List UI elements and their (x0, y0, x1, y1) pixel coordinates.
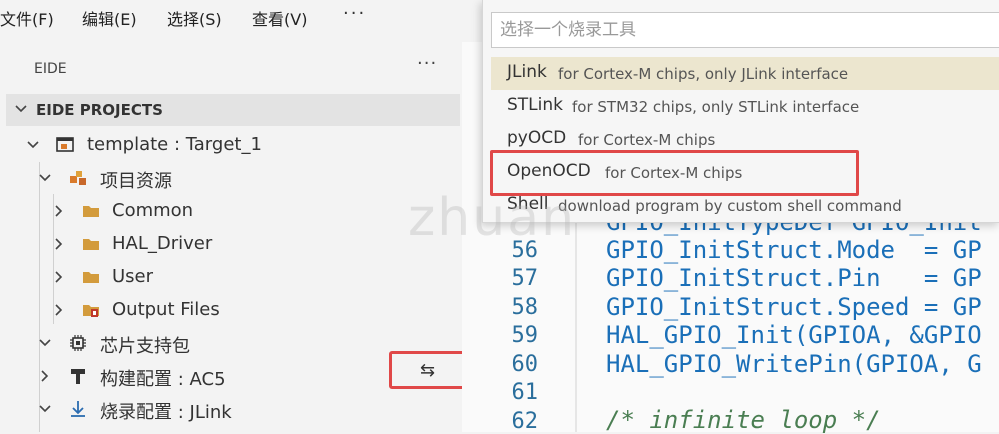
quick-pick-item-shell[interactable]: Shell download program by custom shell c… (491, 189, 999, 222)
swap-arrows-icon: ⇆ (420, 360, 436, 381)
quick-pick-item-name: pyOCD (507, 128, 567, 148)
menu-more-button[interactable]: ··· (343, 3, 366, 24)
tree-item-label: User (112, 266, 154, 287)
quick-pick-item-desc: for STM32 chips, only STLink interface (572, 98, 860, 116)
sidebar-more-button[interactable]: ··· (417, 53, 437, 74)
quick-pick-input-box (491, 12, 999, 48)
chevron-right-icon (55, 205, 63, 217)
chevron-down-icon (39, 174, 51, 182)
quick-pick-item-desc: for Cortex-M chips (605, 164, 743, 182)
code-line: HAL_GPIO_WritePin(GPIOA, G (606, 350, 982, 378)
quick-pick-item-openocd[interactable]: OpenOCD for Cortex-M chips (491, 156, 999, 189)
tree-item-build-config[interactable]: 构建配置 : AC5 (0, 359, 455, 392)
line-number: 58 (511, 295, 539, 320)
chevron-right-icon (55, 304, 63, 316)
menu-select[interactable]: 选择(S) (167, 6, 222, 30)
project-icon (56, 137, 74, 152)
chevron-right-icon (55, 271, 63, 283)
tree-item-chip-support[interactable]: 芯片支持包 (0, 326, 455, 359)
tree-item-user[interactable]: User (0, 260, 455, 293)
tree-item-label: 项目资源 (100, 171, 172, 192)
code-line: GPIO_InitStruct.Mode = GP (606, 236, 982, 264)
quick-pick-item-desc: for Cortex-M chips, only JLink interface (558, 65, 849, 83)
tree-item-label: 烧录配置 : JLink (100, 402, 232, 423)
tree-item-label: Output Files (112, 299, 220, 320)
tree-item-label: template : Target_1 (87, 134, 262, 155)
tree-item-label: 构建配置 : AC5 (100, 369, 226, 390)
indent-guide (575, 212, 577, 432)
tree-item-label: HAL_Driver (112, 233, 213, 254)
code-line: GPIO_InitStruct.Speed = GP (606, 293, 982, 321)
chevron-right-icon (55, 238, 63, 250)
tree-item-project[interactable]: template : Target_1 (0, 128, 455, 161)
chevron-down-icon (27, 141, 39, 149)
folder-icon (83, 239, 99, 250)
folder-icon (83, 206, 99, 217)
flasher-quick-pick: JLink for Cortex-M chips, only JLink int… (482, 0, 999, 223)
quick-pick-item-stlink[interactable]: STLink for STM32 chips, only STLink inte… (491, 90, 999, 123)
quick-pick-item-name: OpenOCD (507, 161, 591, 181)
tree-item-label: 芯片支持包 (100, 336, 190, 357)
sidebar-title: EIDE (34, 61, 67, 77)
tree-item-hal-driver[interactable]: HAL_Driver (0, 227, 455, 260)
quick-pick-item-name: JLink (507, 62, 547, 82)
menu-file[interactable]: 文件(F) (0, 6, 54, 30)
section-header-eide-projects[interactable]: EIDE PROJECTS (6, 94, 460, 126)
quick-pick-item-name: Shell (507, 194, 549, 214)
chevron-right-icon (41, 370, 49, 382)
quick-pick-item-desc: download program by custom shell command (558, 197, 902, 215)
quick-pick-input[interactable] (492, 13, 999, 47)
chevron-down-icon (15, 105, 27, 113)
hammer-icon (71, 369, 85, 384)
tree-item-common[interactable]: Common (0, 194, 455, 227)
quick-pick-item-desc: for Cortex-M chips (578, 131, 716, 149)
chip-icon (70, 335, 86, 351)
quick-pick-item-jlink[interactable]: JLink for Cortex-M chips, only JLink int… (491, 57, 999, 90)
quick-pick-item-pyocd[interactable]: pyOCD for Cortex-M chips (491, 123, 999, 156)
download-icon (71, 401, 85, 417)
chevron-down-icon (39, 339, 51, 347)
menu-edit[interactable]: 编辑(E) (82, 6, 137, 30)
switch-flasher-button[interactable]: ⇆ (389, 351, 470, 389)
output-folder-icon (83, 305, 99, 317)
code-line: HAL_GPIO_Init(GPIOA, &GPIO (606, 321, 982, 349)
line-number: 61 (511, 380, 539, 405)
line-number: 62 (511, 409, 539, 434)
folder-icon (83, 272, 99, 283)
tree-item-output-files[interactable]: Output Files (0, 293, 455, 326)
quick-pick-item-name: STLink (507, 95, 563, 115)
line-number: 57 (511, 266, 539, 291)
tree-item-label: Common (112, 200, 194, 221)
chevron-down-icon (39, 405, 51, 413)
tree-item-resources[interactable]: 项目资源 (0, 161, 455, 194)
menu-view[interactable]: 查看(V) (252, 6, 307, 30)
code-line-comment: /* infinite loop */ (606, 406, 881, 434)
line-number: 60 (511, 352, 539, 377)
line-number: 56 (511, 238, 539, 263)
section-header-label: EIDE PROJECTS (36, 101, 163, 119)
resources-icon (70, 171, 86, 185)
line-number: 59 (511, 323, 539, 348)
tree-item-flash-config[interactable]: 烧录配置 : JLink (0, 392, 455, 425)
code-line: GPIO_InitStruct.Pin = GP (606, 264, 982, 292)
